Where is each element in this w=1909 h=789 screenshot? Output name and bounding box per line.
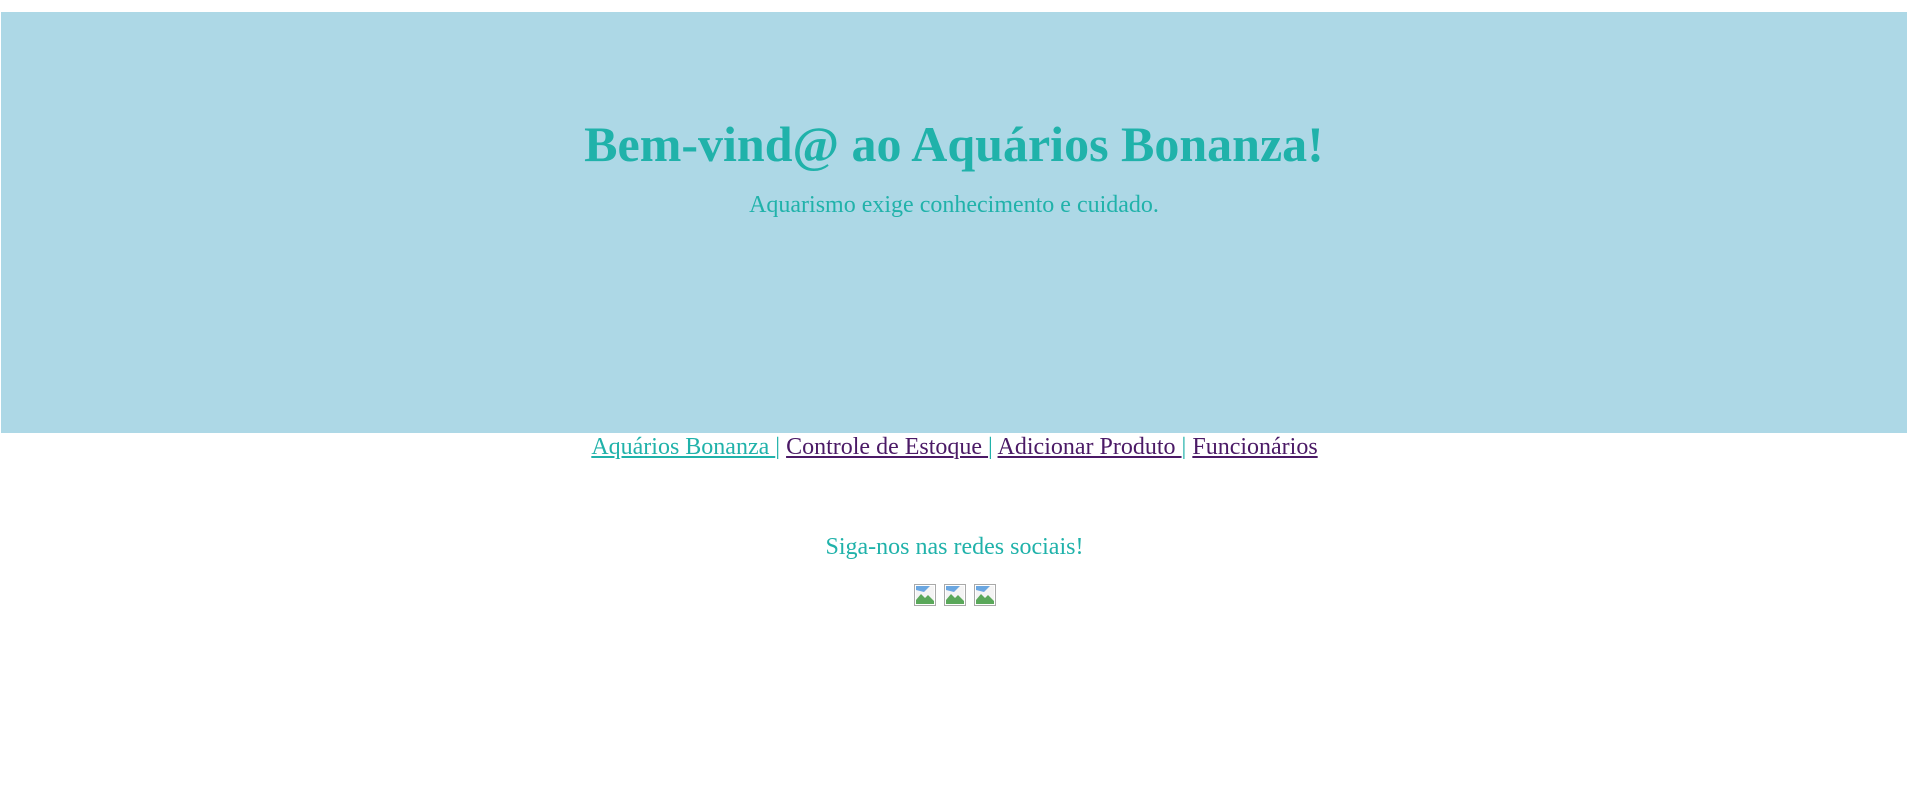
page-title: Bem-vind@ ao Aquários Bonanza! <box>584 116 1324 172</box>
nav-link-controle-estoque[interactable]: Controle de Estoque <box>786 434 988 460</box>
nav-link-adicionar-produto[interactable]: Adicionar Produto <box>998 434 1182 460</box>
nav-separator: | <box>1181 434 1187 460</box>
hero-banner: Bem-vind@ ao Aquários Bonanza! Aquarismo… <box>1 12 1907 433</box>
nav-separator: | <box>775 434 781 460</box>
nav-separator: | <box>988 434 993 460</box>
nav-link-aquarios-bonanza[interactable]: Aquários Bonanza <box>591 434 775 460</box>
broken-image-icon[interactable] <box>943 584 966 606</box>
nav-link-funcionarios[interactable]: Funcionários <box>1192 434 1317 460</box>
page-subtitle: Aquarismo exige conhecimento e cuidado. <box>749 192 1159 218</box>
social-heading: Siga-nos nas redes sociais! <box>825 534 1084 560</box>
broken-image-icon[interactable] <box>913 584 936 606</box>
main-navigation: Aquários Bonanza | Controle de Estoque |… <box>0 431 1909 463</box>
social-links <box>0 584 1909 606</box>
broken-image-icon[interactable] <box>973 584 996 606</box>
